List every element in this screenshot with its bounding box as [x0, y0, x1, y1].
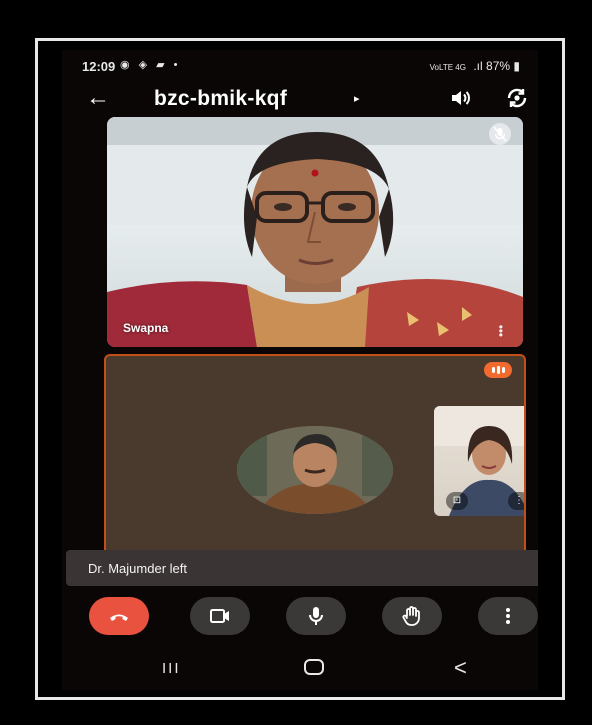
notification-icons: ◉ ◈ ▰ • — [120, 59, 181, 71]
end-call-button[interactable] — [89, 597, 149, 635]
signal-icon: .ıl — [473, 59, 483, 73]
battery-level: 87% — [486, 59, 511, 73]
notification-toast: Dr. Majumder left — [66, 550, 538, 586]
meeting-info-caret-icon[interactable]: ▸ — [354, 92, 360, 105]
more-vert-icon[interactable]: • • • — [499, 321, 503, 341]
participant-video — [107, 117, 523, 347]
video-camera-icon — [210, 609, 229, 623]
participant-tile-active[interactable]: ⊡ ⋮ — [104, 354, 526, 579]
status-bar: 12:09 ◉ ◈ ▰ • VoLTE 4G .ıl 87% ▮ — [62, 50, 538, 78]
phone-screen: 12:09 ◉ ◈ ▰ • VoLTE 4G .ıl 87% ▮ ← bzc-b… — [62, 50, 538, 690]
back-arrow-icon[interactable]: ← — [86, 86, 110, 110]
call-top-bar: ← bzc-bmik-kqf ▸ — [62, 80, 538, 120]
microphone-toggle-button[interactable] — [286, 597, 346, 635]
call-controls — [62, 595, 538, 641]
camera-toggle-button[interactable] — [190, 597, 250, 635]
nav-back-icon[interactable]: < — [454, 655, 467, 681]
battery-icon: ▮ — [513, 59, 520, 73]
microphone-icon — [309, 607, 323, 625]
network-type: VoLTE 4G — [429, 63, 466, 72]
mic-muted-icon — [489, 123, 511, 145]
toast-message: Dr. Majumder left — [88, 561, 187, 576]
home-icon[interactable] — [304, 659, 324, 675]
speaking-indicator-icon — [484, 362, 512, 378]
system-nav-bar: III < — [62, 648, 538, 690]
self-view-pip[interactable]: ⊡ ⋮ — [434, 406, 524, 516]
hand-icon — [402, 606, 420, 626]
status-indicators: VoLTE 4G .ıl 87% ▮ — [430, 59, 520, 73]
more-options-button[interactable] — [478, 597, 538, 635]
meeting-code[interactable]: bzc-bmik-kqf — [154, 87, 287, 111]
more-vert-icon — [506, 608, 510, 624]
speaker-icon[interactable] — [448, 86, 472, 110]
raise-hand-button[interactable] — [382, 597, 442, 635]
flip-camera-icon[interactable] — [504, 85, 530, 111]
participant-tile-swapna[interactable]: Swapna • • • — [107, 117, 523, 347]
switch-view-icon[interactable]: ⊡ — [446, 492, 468, 510]
participant-avatar — [237, 426, 393, 514]
pip-more-icon[interactable]: ⋮ — [508, 492, 524, 510]
participant-name: Swapna — [123, 321, 169, 335]
phone-hangup-icon — [110, 614, 128, 621]
status-time: 12:09 — [82, 59, 116, 74]
recents-icon[interactable]: III — [162, 660, 181, 677]
